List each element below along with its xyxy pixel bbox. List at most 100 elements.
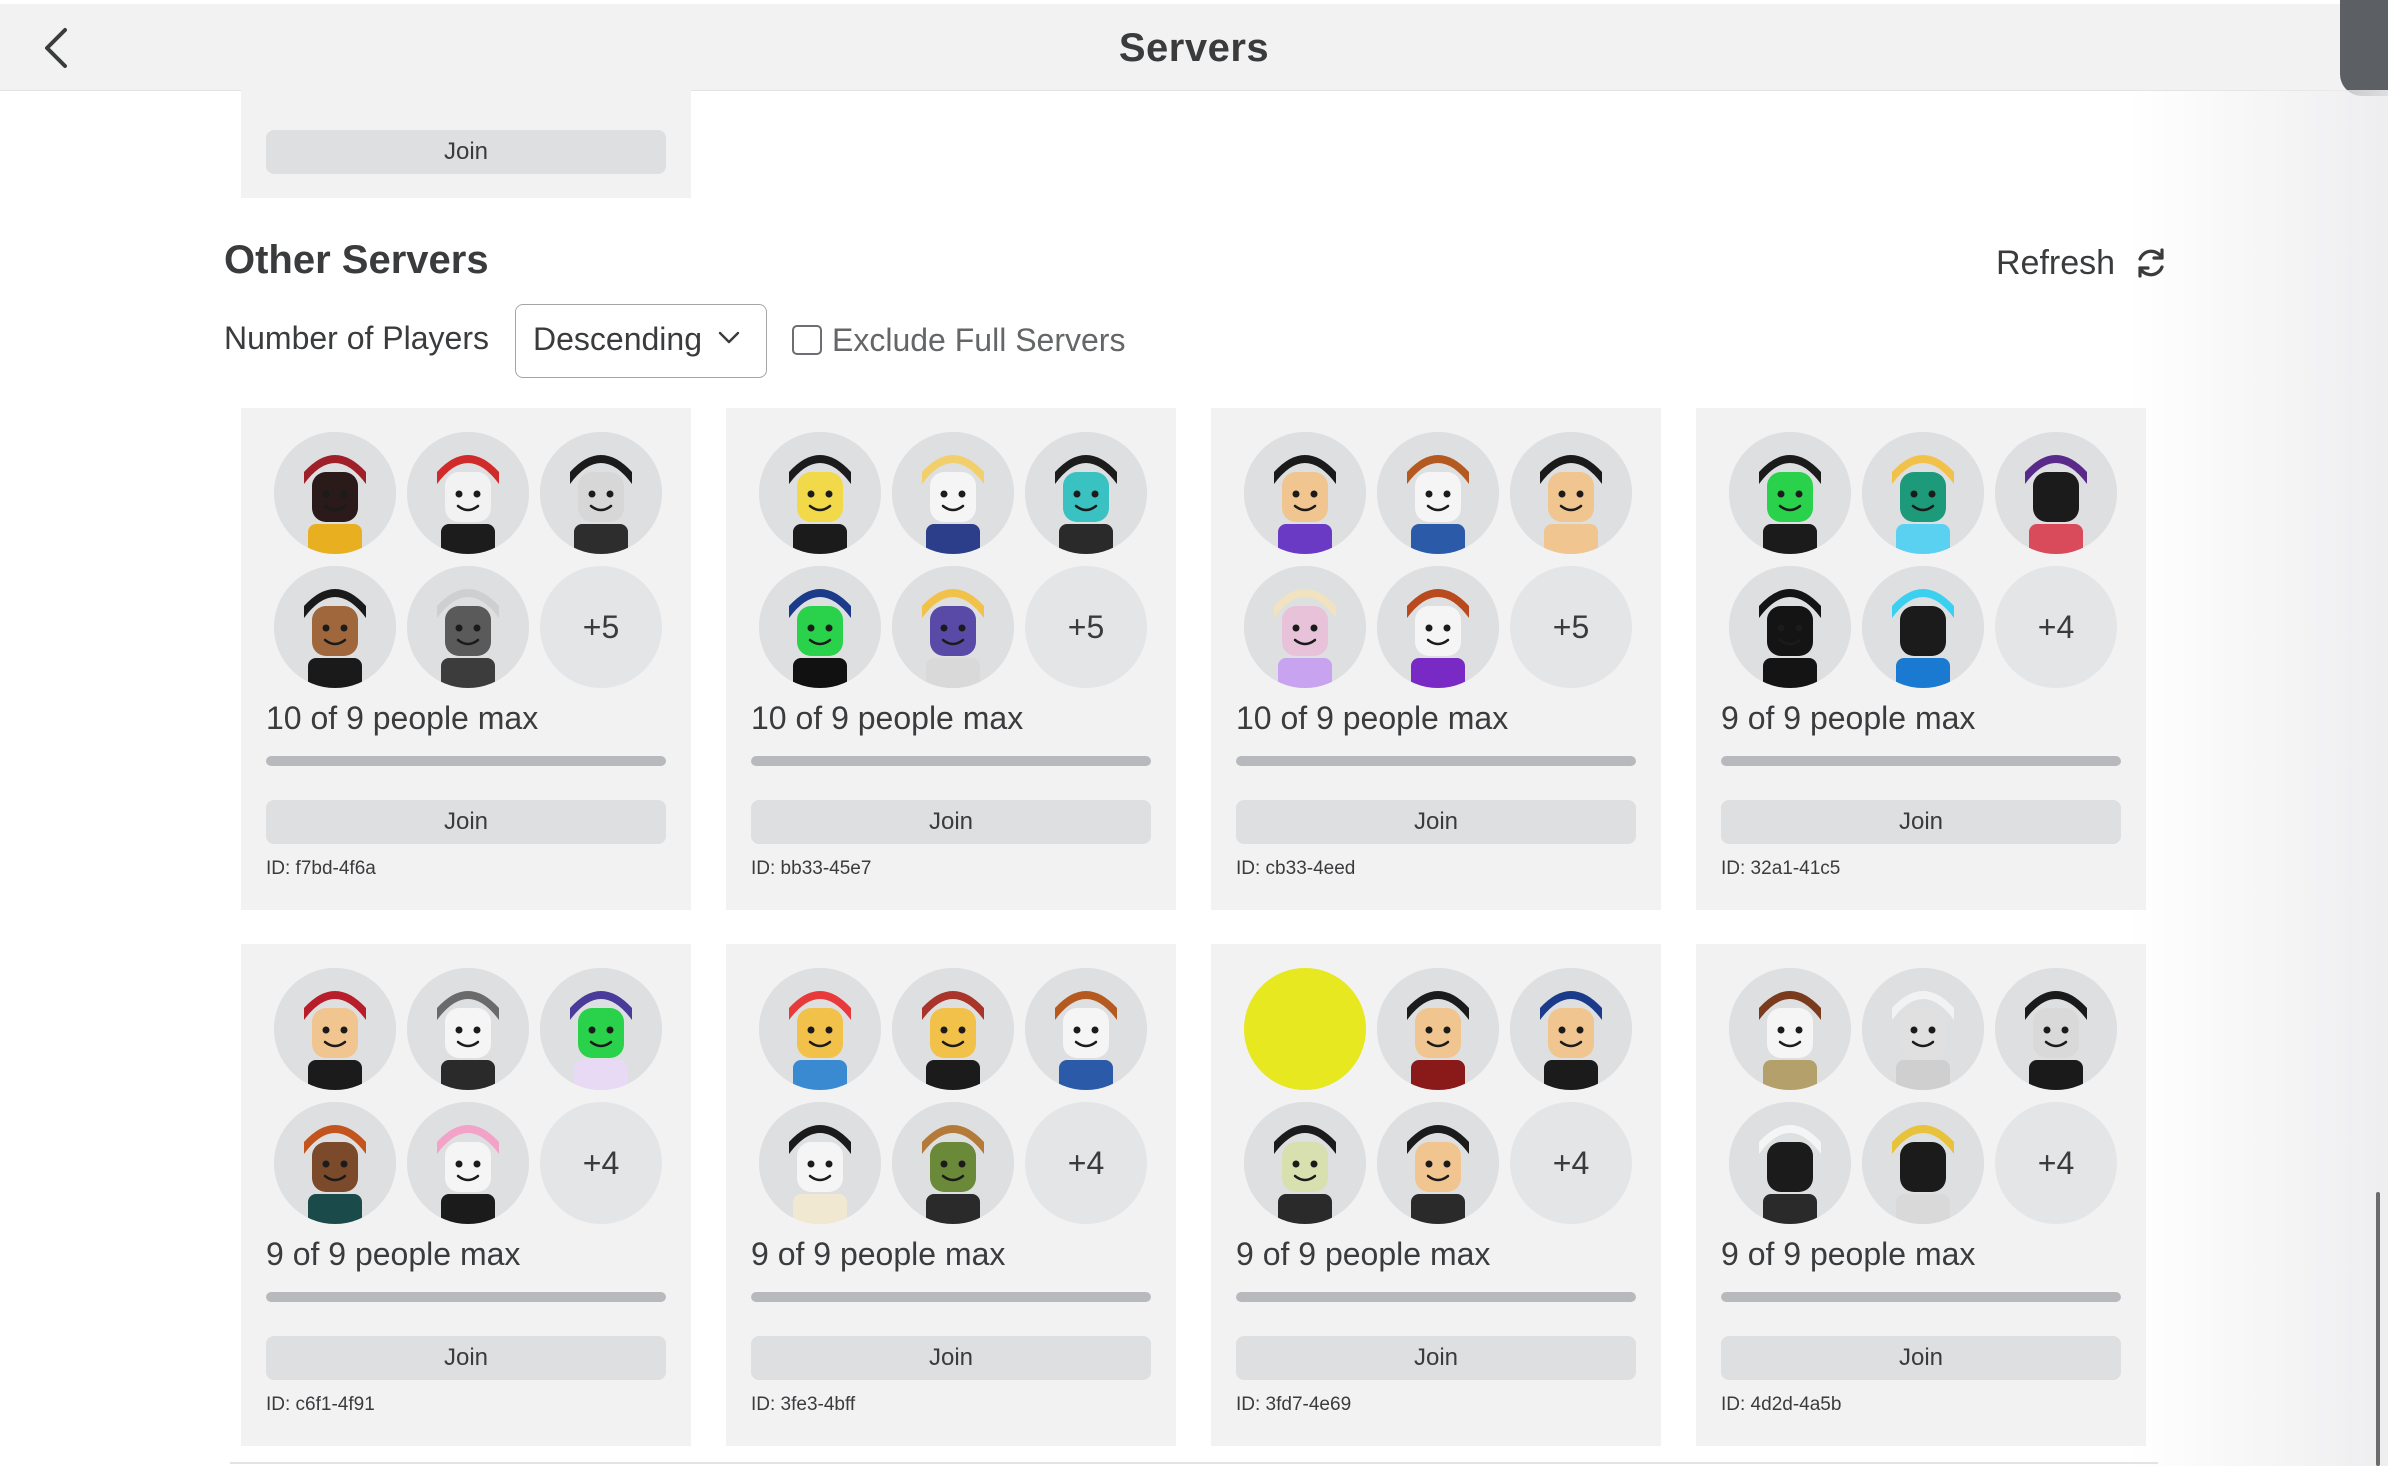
previous-server-card: Join (241, 90, 691, 198)
player-avatars: +4 (274, 968, 664, 1224)
capacity-bar-fill (751, 1292, 1151, 1302)
player-avatar[interactable] (274, 968, 396, 1090)
player-avatars: +5 (1244, 432, 1634, 688)
server-card: +4 9 of 9 people max Join ID: 3fd7-4e69 (1211, 944, 1661, 1446)
player-avatar[interactable] (407, 432, 529, 554)
player-avatar[interactable] (274, 1102, 396, 1224)
capacity-bar (751, 756, 1151, 766)
sort-dropdown[interactable]: Descending (515, 304, 767, 378)
player-avatar[interactable] (1862, 432, 1984, 554)
player-avatar[interactable] (1862, 566, 1984, 688)
server-id: ID: 32a1-41c5 (1721, 858, 1841, 879)
player-avatar[interactable] (1377, 432, 1499, 554)
player-avatar[interactable] (274, 566, 396, 688)
edge-shade (2128, 90, 2388, 1466)
join-button[interactable]: Join (751, 800, 1151, 844)
join-button[interactable]: Join (1236, 1336, 1636, 1380)
player-avatar[interactable] (1729, 1102, 1851, 1224)
server-id: ID: cb33-4eed (1236, 858, 1356, 879)
player-avatar[interactable] (892, 566, 1014, 688)
player-avatar[interactable] (1377, 968, 1499, 1090)
player-avatar[interactable] (892, 1102, 1014, 1224)
refresh-label: Refresh (1996, 243, 2116, 282)
player-avatar[interactable] (540, 432, 662, 554)
player-avatar[interactable] (407, 968, 529, 1090)
player-avatars: +4 (1244, 968, 1634, 1224)
scrollbar-thumb[interactable] (2376, 1192, 2380, 1466)
player-avatars: +4 (1729, 968, 2119, 1224)
player-avatar[interactable] (1244, 432, 1366, 554)
player-avatar[interactable] (1729, 566, 1851, 688)
server-id: ID: f7bd-4f6a (266, 858, 376, 879)
player-avatars: +4 (759, 968, 1149, 1224)
join-button[interactable]: Join (1721, 1336, 2121, 1380)
join-button[interactable]: Join (751, 1336, 1151, 1380)
player-avatar[interactable] (892, 432, 1014, 554)
player-avatar[interactable] (759, 566, 881, 688)
player-avatar[interactable] (1862, 968, 1984, 1090)
server-id: ID: bb33-45e7 (751, 858, 872, 879)
player-count-text: 10 of 9 people max (1236, 700, 1509, 736)
player-avatar[interactable] (1377, 566, 1499, 688)
server-id: ID: c6f1-4f91 (266, 1394, 375, 1415)
player-avatar[interactable] (407, 566, 529, 688)
player-avatar[interactable] (759, 432, 881, 554)
player-avatar[interactable] (407, 1102, 529, 1224)
player-avatar[interactable] (1510, 968, 1632, 1090)
join-button[interactable]: Join (266, 800, 666, 844)
capacity-bar-fill (1236, 756, 1636, 766)
player-avatar[interactable] (1025, 432, 1147, 554)
server-filters: Number of Players Descending Exclude Ful… (224, 302, 1424, 382)
join-button[interactable]: Join (266, 130, 666, 174)
player-avatar[interactable] (1729, 968, 1851, 1090)
server-id: ID: 3fd7-4e69 (1236, 1394, 1352, 1415)
player-count-text: 9 of 9 people max (751, 1236, 1006, 1272)
corner-tab[interactable] (2340, 0, 2388, 96)
player-avatar[interactable] (759, 1102, 881, 1224)
player-avatars: +4 (1729, 432, 2119, 688)
more-players-count: +4 (540, 1102, 662, 1224)
exclude-full-label: Exclude Full Servers (832, 321, 1126, 358)
page-title: Servers (1118, 26, 1270, 70)
player-avatar[interactable] (274, 432, 396, 554)
capacity-bar-fill (266, 1292, 666, 1302)
player-avatar[interactable] (1244, 968, 1366, 1090)
refresh-button[interactable]: Refresh (1996, 238, 2169, 288)
capacity-bar-fill (1721, 1292, 2121, 1302)
player-avatar[interactable] (1244, 566, 1366, 688)
player-avatar[interactable] (759, 968, 881, 1090)
sort-label: Number of Players (224, 320, 489, 356)
server-id: ID: 3fe3-4bff (751, 1394, 856, 1415)
player-count-text: 10 of 9 people max (266, 700, 539, 736)
capacity-bar-fill (1236, 1292, 1636, 1302)
join-button[interactable]: Join (1236, 800, 1636, 844)
server-card: +5 10 of 9 people max Join ID: cb33-4eed (1211, 408, 1661, 910)
more-players-count: +4 (1995, 1102, 2117, 1224)
capacity-bar (1236, 756, 1636, 766)
more-players-count: +4 (1510, 1102, 1632, 1224)
player-avatar[interactable] (1377, 1102, 1499, 1224)
player-avatar[interactable] (1729, 432, 1851, 554)
player-avatar[interactable] (1862, 1102, 1984, 1224)
player-avatar[interactable] (1025, 968, 1147, 1090)
player-avatar[interactable] (1995, 968, 2117, 1090)
server-card: +4 9 of 9 people max Join ID: 32a1-41c5 (1696, 408, 2146, 910)
player-avatar[interactable] (1995, 432, 2117, 554)
join-button[interactable]: Join (266, 1336, 666, 1380)
more-players-count: +4 (1995, 566, 2117, 688)
player-count-text: 9 of 9 people max (1236, 1236, 1491, 1272)
player-avatar[interactable] (540, 968, 662, 1090)
exclude-full-toggle[interactable]: Exclude Full Servers (792, 318, 1125, 362)
capacity-bar (266, 756, 666, 766)
more-players-count: +5 (1510, 566, 1632, 688)
player-avatars: +5 (759, 432, 1149, 688)
player-avatar[interactable] (1510, 432, 1632, 554)
sort-value: Descending (533, 321, 702, 357)
player-count-text: 9 of 9 people max (1721, 1236, 1976, 1272)
capacity-bar (1721, 1292, 2121, 1302)
capacity-bar (751, 1292, 1151, 1302)
join-button[interactable]: Join (1721, 800, 2121, 844)
player-avatar[interactable] (1244, 1102, 1366, 1224)
exclude-full-checkbox[interactable] (792, 325, 822, 355)
player-avatar[interactable] (892, 968, 1014, 1090)
